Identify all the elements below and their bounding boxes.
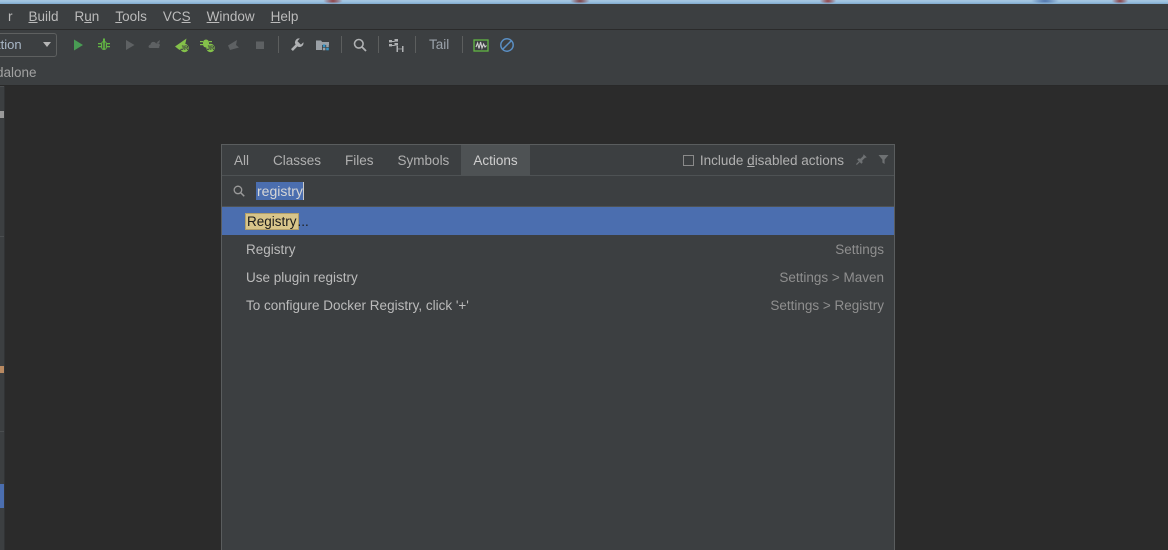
search-icon <box>353 38 367 52</box>
menu-item-label: r <box>8 9 13 24</box>
filter-icon <box>878 154 888 164</box>
play-muted-icon <box>126 39 135 50</box>
toolbar-separator <box>415 36 416 53</box>
search-result-match: Registry <box>245 212 299 230</box>
menu-item-help[interactable]: Help <box>263 4 307 29</box>
rocket-jr-icon: JR <box>175 38 189 52</box>
tab-label: Symbols <box>397 152 450 168</box>
toolbar-separator <box>462 36 464 53</box>
tab-files[interactable]: Files <box>333 145 386 175</box>
menu-item-vcs[interactable]: VCS <box>155 4 199 29</box>
stop-button[interactable] <box>247 32 273 58</box>
database-button[interactable] <box>384 32 410 58</box>
search-everywhere-button[interactable] <box>347 32 373 58</box>
tab-label: Classes <box>273 152 322 168</box>
search-result-row[interactable]: Registry... <box>222 207 894 235</box>
suspend-button[interactable] <box>494 32 520 58</box>
pulse-graph-icon <box>473 38 489 52</box>
menu-item-truncated[interactable]: r <box>0 4 21 29</box>
wrench-icon <box>291 37 304 51</box>
search-result-location: Settings > Registry <box>770 297 884 313</box>
main-toolbar: ttion J <box>0 30 1168 59</box>
checkbox-box-icon <box>682 154 694 166</box>
filter-button[interactable] <box>872 145 894 173</box>
toolbar-separator <box>278 36 279 53</box>
menu-item-tools[interactable]: Tools <box>107 4 155 29</box>
navigation-bar: dalone <box>0 60 1168 86</box>
profile-button[interactable] <box>143 32 169 58</box>
monitor-button[interactable] <box>468 32 494 58</box>
search-result-row[interactable]: Use plugin registry Settings > Maven <box>222 263 894 291</box>
search-result-row[interactable]: To configure Docker Registry, click '+' … <box>222 291 894 319</box>
tab-label: All <box>234 152 250 168</box>
search-everywhere-input-row[interactable]: registry <box>222 176 894 207</box>
database-save-icon <box>389 38 404 52</box>
attach-button[interactable] <box>221 32 247 58</box>
pin-button[interactable] <box>850 145 872 173</box>
search-result-title: Use plugin registry <box>246 269 358 285</box>
include-disabled-actions-label: Include disabled actions <box>699 152 844 168</box>
bug-icon <box>98 38 110 50</box>
folder-modules-icon <box>316 40 329 50</box>
search-result-title: Registry <box>246 241 296 257</box>
strip-mark-lower <box>0 366 4 373</box>
run-configuration-selector[interactable]: ttion <box>0 32 57 57</box>
tab-symbols[interactable]: Symbols <box>386 145 462 175</box>
run-with-coverage-button[interactable] <box>117 32 143 58</box>
search-result-location: Settings <box>835 241 884 257</box>
strip-divider-2 <box>0 236 4 237</box>
left-tool-window-strip[interactable] <box>0 86 5 550</box>
search-result-title: Registry... <box>245 212 309 230</box>
strip-divider-1 <box>0 86 4 87</box>
pin-icon <box>855 153 867 165</box>
menu-item-run[interactable]: Run <box>67 4 108 29</box>
tab-actions[interactable]: Actions <box>461 145 530 175</box>
project-structure-button[interactable] <box>310 32 336 58</box>
search-results-empty-area <box>222 319 894 550</box>
play-icon <box>74 39 83 50</box>
svg-text:JR: JR <box>207 46 215 52</box>
tail-button[interactable]: Tail <box>421 37 457 52</box>
tabs-spacer <box>530 145 683 175</box>
search-icon <box>233 185 245 197</box>
search-everywhere-tabs: All Classes Files Symbols Actions Includ… <box>222 145 894 176</box>
run-configuration-label: ttion <box>0 37 22 52</box>
search-result-row[interactable]: Registry Settings <box>222 235 894 263</box>
debug-jrebel-button[interactable]: JR <box>195 32 221 58</box>
tab-all[interactable]: All <box>222 145 261 175</box>
toolbar-separator <box>378 36 379 53</box>
cloud-muted-icon <box>148 39 160 48</box>
strip-divider-3 <box>0 431 4 432</box>
search-result-title: To configure Docker Registry, click '+' <box>246 297 469 313</box>
toolbar-separator <box>341 36 342 53</box>
svg-text:JR: JR <box>181 46 189 52</box>
settings-button[interactable] <box>284 32 310 58</box>
chevron-down-icon <box>43 42 51 47</box>
menu-item-window[interactable]: Window <box>199 4 263 29</box>
menu-item-build[interactable]: Build <box>21 4 67 29</box>
strip-mark-upper <box>0 111 4 118</box>
tab-label: Actions <box>473 152 518 168</box>
tab-classes[interactable]: Classes <box>261 145 333 175</box>
bug-jr-icon: JR <box>200 39 215 52</box>
run-button[interactable] <box>65 32 91 58</box>
stop-square-icon <box>256 41 264 49</box>
tab-label: Files <box>345 152 374 168</box>
include-disabled-actions-checkbox[interactable]: Include disabled actions <box>682 145 850 175</box>
search-results-list: Registry... Registry Settings Use plugin… <box>222 207 894 319</box>
arrow-muted-icon <box>228 39 239 50</box>
menu-bar: r Build Run Tools VCS Window Help <box>0 4 1168 30</box>
debug-button[interactable] <box>91 32 117 58</box>
breadcrumb[interactable]: dalone <box>0 65 37 80</box>
search-everywhere-popup: All Classes Files Symbols Actions Includ… <box>221 144 895 550</box>
search-result-location: Settings > Maven <box>779 269 884 285</box>
search-input[interactable]: registry <box>256 182 304 200</box>
no-entry-icon <box>500 37 515 52</box>
run-jrebel-button[interactable]: JR <box>169 32 195 58</box>
strip-highlight <box>0 484 4 508</box>
search-result-rest: ... <box>297 213 309 229</box>
